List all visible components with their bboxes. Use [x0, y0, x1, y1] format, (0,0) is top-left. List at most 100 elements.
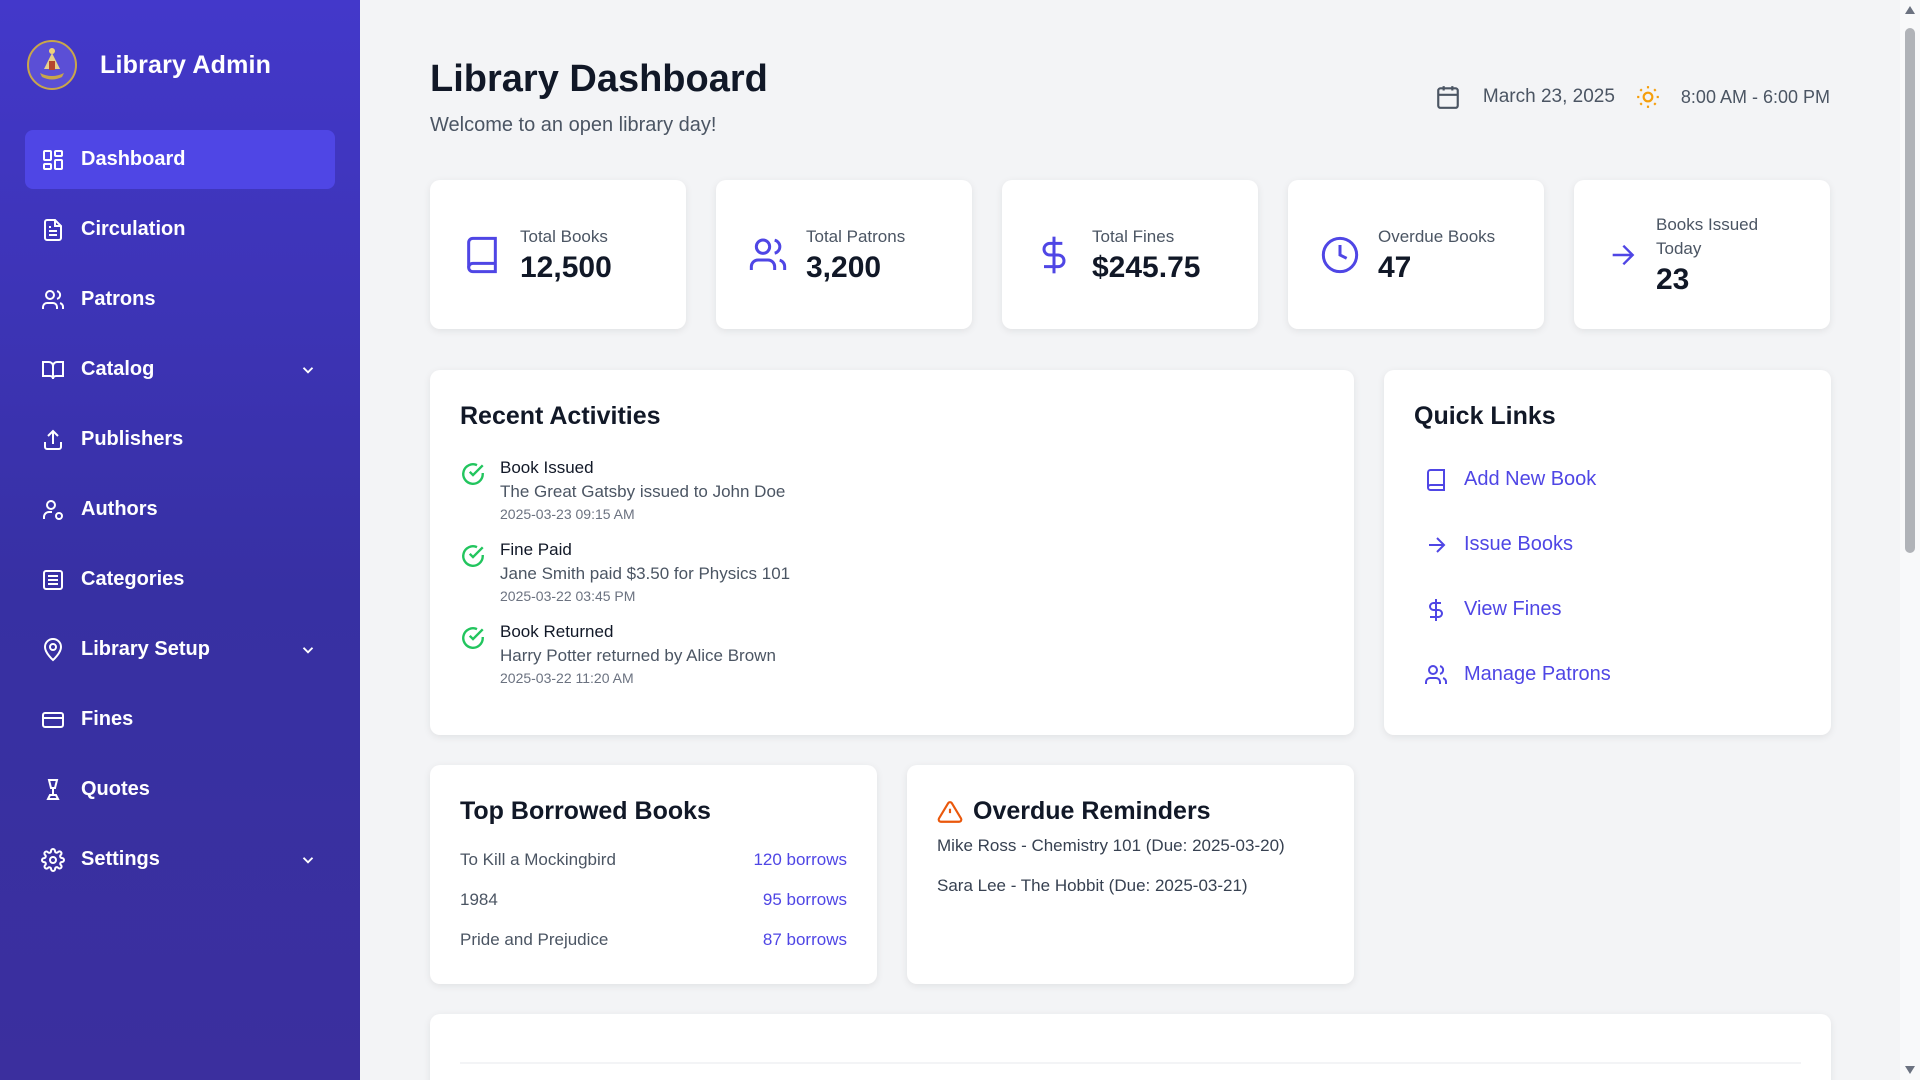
stat-card-total-patrons[interactable]: Total Patrons 3,200 — [716, 180, 972, 329]
quick-link-view-fines[interactable]: View Fines — [1414, 577, 1801, 642]
quick-link-add-new-book[interactable]: Add New Book — [1414, 447, 1801, 512]
dollar-icon — [1042, 236, 1066, 273]
stat-value: 47 — [1378, 250, 1412, 284]
book-icon — [467, 236, 497, 273]
users-icon — [42, 289, 65, 309]
sidebar-item-library-setup[interactable]: Library Setup — [25, 620, 335, 679]
stat-card-total-fines[interactable]: Total Fines $245.75 — [1002, 180, 1258, 329]
activity-item: Fine Paid Jane Smith paid $3.50 for Phys… — [460, 539, 1324, 605]
activity-item: Book Returned Harry Potter returned by A… — [460, 621, 1324, 687]
arrow-right-icon — [1612, 244, 1635, 265]
stat-label: Total Fines — [1092, 226, 1175, 246]
sidebar-item-publishers[interactable]: Publishers — [25, 410, 335, 469]
document-icon — [44, 218, 62, 241]
user-cog-icon — [43, 499, 63, 520]
stat-card-overdue-books[interactable]: Overdue Books 47 — [1288, 180, 1544, 329]
activity-time: 2025-03-22 03:45 PM — [500, 588, 636, 604]
activity-title: Book Issued — [500, 458, 594, 477]
page-subtitle: Welcome to an open library day! — [430, 114, 717, 136]
chevron-down-icon[interactable] — [299, 361, 317, 379]
panel-title: Top Borrowed Books — [460, 797, 711, 825]
lamp-icon — [46, 778, 60, 800]
overdue-reminders-panel: Overdue Reminders Mike Ross - Chemistry … — [907, 765, 1354, 984]
activity-title: Fine Paid — [500, 540, 572, 559]
book-title: Pride and Prejudice — [460, 930, 609, 949]
opening-hours: 8:00 AM - 6:00 PM — [1680, 86, 1830, 107]
sidebar-item-label: Circulation — [81, 218, 186, 240]
stat-value: $245.75 — [1092, 250, 1201, 284]
scroll-up-arrow-icon[interactable] — [1905, 6, 1915, 14]
chevron-down-icon[interactable] — [299, 851, 317, 869]
sidebar-item-authors[interactable]: Authors — [25, 480, 335, 539]
sidebar-item-catalog[interactable]: Catalog — [25, 340, 335, 399]
main-content: Library Dashboard Welcome to an open lib… — [360, 0, 1900, 1080]
dashboard-icon — [43, 149, 63, 170]
brand[interactable]: Library Admin — [0, 0, 360, 130]
date-hours: March 23, 2025 8:00 AM - 6:00 PM — [1435, 84, 1830, 110]
quick-link-manage-patrons[interactable]: Manage Patrons — [1414, 642, 1801, 707]
sidebar-item-dashboard[interactable]: Dashboard — [25, 130, 335, 189]
sun-icon — [1637, 86, 1659, 108]
activity-title: Book Returned — [500, 622, 614, 641]
check-circle-icon — [462, 627, 484, 649]
scroll-down-arrow-icon[interactable] — [1905, 1066, 1915, 1074]
stat-value: 23 — [1656, 262, 1690, 296]
sidebar-item-label: Dashboard — [81, 148, 186, 170]
check-circle-icon — [462, 463, 484, 485]
sidebar-item-quotes[interactable]: Quotes — [25, 760, 335, 819]
quick-link-issue-books[interactable]: Issue Books — [1414, 512, 1801, 577]
page-scrollbar[interactable] — [1900, 0, 1920, 1080]
book-title: To Kill a Mockingbird — [460, 850, 616, 869]
calendar-icon — [1437, 86, 1459, 109]
quick-link-label: View Fines — [1464, 598, 1562, 620]
list-item: To Kill a Mockingbird 120 borrows — [460, 840, 847, 880]
activity-description: The Great Gatsby issued to John Doe — [500, 482, 786, 501]
stat-card-total-books[interactable]: Total Books 12,500 — [430, 180, 686, 329]
stat-label: Total Books — [520, 226, 608, 246]
upload-icon — [44, 429, 62, 450]
sidebar-item-categories[interactable]: Categories — [25, 550, 335, 609]
book-icon — [1427, 468, 1445, 491]
borrow-count: 120 borrows — [753, 850, 847, 869]
stat-label: Books Issued Today — [1656, 214, 1759, 258]
activity-description: Harry Potter returned by Alice Brown — [500, 646, 776, 665]
credit-card-icon — [42, 711, 64, 728]
divider — [460, 1062, 1801, 1064]
sidebar: Library Admin Dashboard Circulation Patr… — [0, 0, 360, 1080]
chevron-down-icon[interactable] — [299, 641, 317, 659]
activity-time: 2025-03-23 09:15 AM — [500, 506, 635, 522]
page-title: Library Dashboard — [430, 58, 768, 100]
activity-item: Book Issued The Great Gatsby issued to J… — [460, 457, 1324, 523]
sidebar-item-label: Authors — [81, 498, 158, 520]
stat-card-books-issued-today[interactable]: Books Issued Today 23 — [1574, 180, 1830, 329]
gear-icon — [41, 847, 65, 872]
scroll-thumb[interactable] — [1905, 28, 1915, 553]
stat-value: 3,200 — [806, 250, 882, 284]
sidebar-item-label: Library Setup — [81, 638, 210, 660]
stat-value: 12,500 — [520, 250, 612, 284]
stats-row: Total Books 12,500 Total Patrons 3,200 T… — [430, 180, 1830, 329]
sidebar-item-label: Fines — [81, 708, 134, 730]
sidebar-item-fines[interactable]: Fines — [25, 690, 335, 749]
sidebar-item-patrons[interactable]: Patrons — [25, 270, 335, 329]
arrow-right-icon — [1429, 536, 1446, 553]
sidebar-item-label: Categories — [81, 568, 185, 590]
brand-title: Library Admin — [100, 50, 272, 79]
users-icon — [749, 238, 787, 270]
sidebar-item-settings[interactable]: Settings — [25, 830, 335, 889]
panel-title: Recent Activities — [460, 402, 661, 430]
activity-description: Jane Smith paid $3.50 for Physics 101 — [500, 564, 791, 583]
sidebar-item-label: Patrons — [81, 288, 156, 310]
open-book-icon — [42, 360, 64, 379]
activity-time: 2025-03-22 11:20 AM — [500, 670, 634, 686]
clock-icon — [1321, 236, 1359, 273]
sidebar-item-circulation[interactable]: Circulation — [25, 200, 335, 259]
recent-activities-panel: Recent Activities Book Issued The Great … — [430, 370, 1354, 735]
bottom-panel — [430, 1014, 1831, 1080]
quick-link-label: Manage Patrons — [1464, 663, 1611, 685]
borrow-count: 87 borrows — [762, 930, 847, 949]
map-pin-icon — [43, 637, 63, 661]
check-circle-icon — [462, 545, 484, 567]
top-borrowed-books-panel: Top Borrowed Books To Kill a Mockingbird… — [430, 765, 877, 984]
quick-link-label: Add New Book — [1464, 468, 1597, 490]
